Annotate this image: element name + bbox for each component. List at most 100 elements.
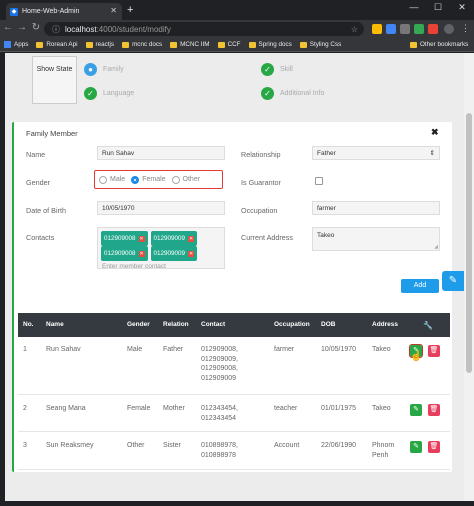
contacts-label: Contacts [26, 233, 55, 242]
check-icon: ✓ [84, 87, 97, 100]
close-tab-icon[interactable]: ✕ [110, 6, 117, 15]
forward-icon[interactable]: → [16, 22, 28, 33]
bookmarks-bar: Apps Rorean Api reactjs mcnc docs MCNC I… [0, 38, 474, 52]
step-language[interactable]: ✓ Language [84, 87, 134, 100]
bookmark-folder[interactable]: Spring docs [248, 41, 292, 48]
col-header: DOB [321, 321, 336, 328]
mouse-cursor-icon: ☝ [410, 351, 423, 362]
guarantor-checkbox[interactable] [315, 177, 323, 185]
extension-icon[interactable] [414, 24, 424, 34]
reload-icon[interactable]: ↻ [30, 22, 42, 33]
remove-chip-icon[interactable]: ✕ [188, 235, 195, 242]
gender-other-radio[interactable]: Other [171, 175, 200, 184]
relationship-label: Relationship [241, 150, 281, 159]
bookmark-apps[interactable]: Apps [4, 41, 28, 48]
folder-icon [122, 41, 130, 48]
bookmark-folder[interactable]: MCNC IIM [170, 41, 210, 48]
url-host: localhost [65, 24, 97, 34]
extension-icon[interactable] [400, 24, 410, 34]
edit-fab-icon[interactable]: ✎ [442, 271, 464, 291]
tab-title: Home-Web-Admin [22, 8, 80, 15]
url-input[interactable]: ⓘ localhost:4000/student/modify ☆ [44, 22, 364, 36]
folder-icon [299, 41, 307, 48]
chevron-updown-icon: ⇕ [429, 150, 435, 157]
back-icon[interactable]: ← [2, 22, 14, 33]
folder-icon [170, 41, 178, 48]
minimize-icon[interactable]: — [404, 2, 424, 12]
remove-chip-icon[interactable]: ✕ [188, 250, 195, 257]
folder-icon [248, 41, 256, 48]
extension-icon[interactable] [386, 24, 396, 34]
address-textarea[interactable]: Takeo ◢ [312, 227, 440, 251]
col-header: Occupation [274, 321, 310, 328]
gender-label: Gender [26, 178, 50, 187]
extension-icon[interactable] [372, 24, 382, 34]
delete-row-button[interactable]: 🗑 [428, 345, 440, 357]
contact-chip: 012909008 ✕ [101, 246, 148, 261]
gender-male-radio[interactable]: Male [99, 175, 125, 184]
apps-icon [4, 41, 11, 48]
bookmark-folder[interactable]: reactjs [85, 41, 114, 48]
add-button[interactable]: Add [401, 279, 439, 293]
folder-icon [36, 41, 44, 48]
col-header: Relation [163, 321, 189, 328]
contact-input-placeholder[interactable]: Enter member contact [101, 263, 221, 270]
delete-row-button[interactable]: 🗑 [428, 441, 440, 453]
card-title: Family Member [26, 129, 78, 138]
contact-chip: 012909009 ✕ [150, 246, 198, 261]
wrench-icon: 🔧 [423, 321, 433, 330]
occupation-label: Occupation [241, 206, 278, 215]
bookmark-folder[interactable]: Styling Css [299, 41, 341, 48]
extension-icon[interactable] [428, 24, 438, 34]
table-row: 3 Sun Reaksmey Other Sister 010898978, 0… [18, 432, 450, 470]
folder-icon [410, 41, 417, 48]
maximize-icon[interactable]: ☐ [428, 2, 448, 13]
contacts-tag-input[interactable]: 012909008 ✕ 012909009 ✕ 012909008 ✕ 012909009… [97, 227, 225, 270]
app-icon: ◆ [10, 7, 18, 16]
show-state-button[interactable]: Show State [32, 56, 77, 104]
other-bookmarks[interactable]: Other bookmarks [410, 41, 468, 48]
name-input[interactable]: Run Sahav [97, 146, 225, 160]
delete-row-button[interactable]: 🗑 [428, 404, 440, 416]
dob-label: Date of Birth [26, 206, 66, 215]
gender-female-radio[interactable]: Female [131, 175, 166, 184]
occupation-input[interactable]: farmer [312, 201, 440, 215]
gender-radio-group: Male Female Other [94, 170, 223, 189]
menu-icon[interactable]: ⋮ [461, 23, 470, 34]
user-icon: ● [84, 63, 97, 76]
bookmark-folder[interactable]: Rorean Api [36, 41, 78, 48]
contact-chip: 012909008 ✕ [101, 231, 148, 246]
contact-chip: 012909009 ✕ [150, 231, 198, 246]
bookmark-folder[interactable]: mcnc docs [122, 41, 162, 48]
scrollbar[interactable] [464, 53, 474, 501]
close-window-icon[interactable]: ✕ [452, 2, 472, 13]
address-label: Current Address [241, 233, 293, 242]
bookmark-folder[interactable]: CCF [217, 41, 241, 48]
col-header: Name [46, 321, 64, 328]
star-icon[interactable]: ☆ [351, 25, 358, 34]
remove-chip-icon[interactable]: ✕ [138, 235, 145, 242]
col-header: Gender [127, 321, 150, 328]
name-label: Name [26, 150, 46, 159]
info-icon: ⓘ [52, 24, 60, 34]
step-family[interactable]: ● Family [84, 63, 124, 76]
guarantor-label: Is Guarantor [241, 178, 281, 187]
folder-icon [217, 41, 225, 48]
edit-row-button[interactable]: ✎ [410, 441, 422, 453]
resize-handle-icon[interactable]: ◢ [434, 244, 438, 250]
relationship-select[interactable]: Father ⇕ [312, 146, 440, 160]
scrollbar-thumb[interactable] [466, 113, 472, 373]
step-skill[interactable]: ✓ Skill [261, 63, 293, 76]
col-header: No. [23, 321, 34, 328]
step-additional-info[interactable]: ✓ Additional Info [261, 87, 324, 100]
dob-input[interactable]: 10/05/1970 [97, 201, 225, 215]
browser-tab[interactable]: ◆ Home-Web-Admin ✕ [6, 3, 122, 20]
avatar[interactable] [444, 24, 454, 34]
table-row: 2 Seang Mana Female Mother 012343454, 01… [18, 395, 450, 432]
edit-row-button[interactable]: ✎ [410, 404, 422, 416]
col-header: Contact [201, 321, 226, 328]
remove-chip-icon[interactable]: ✕ [138, 250, 145, 257]
close-icon[interactable]: ✖ [431, 127, 439, 138]
check-icon: ✓ [261, 63, 274, 76]
new-tab-icon[interactable]: + [127, 4, 133, 16]
